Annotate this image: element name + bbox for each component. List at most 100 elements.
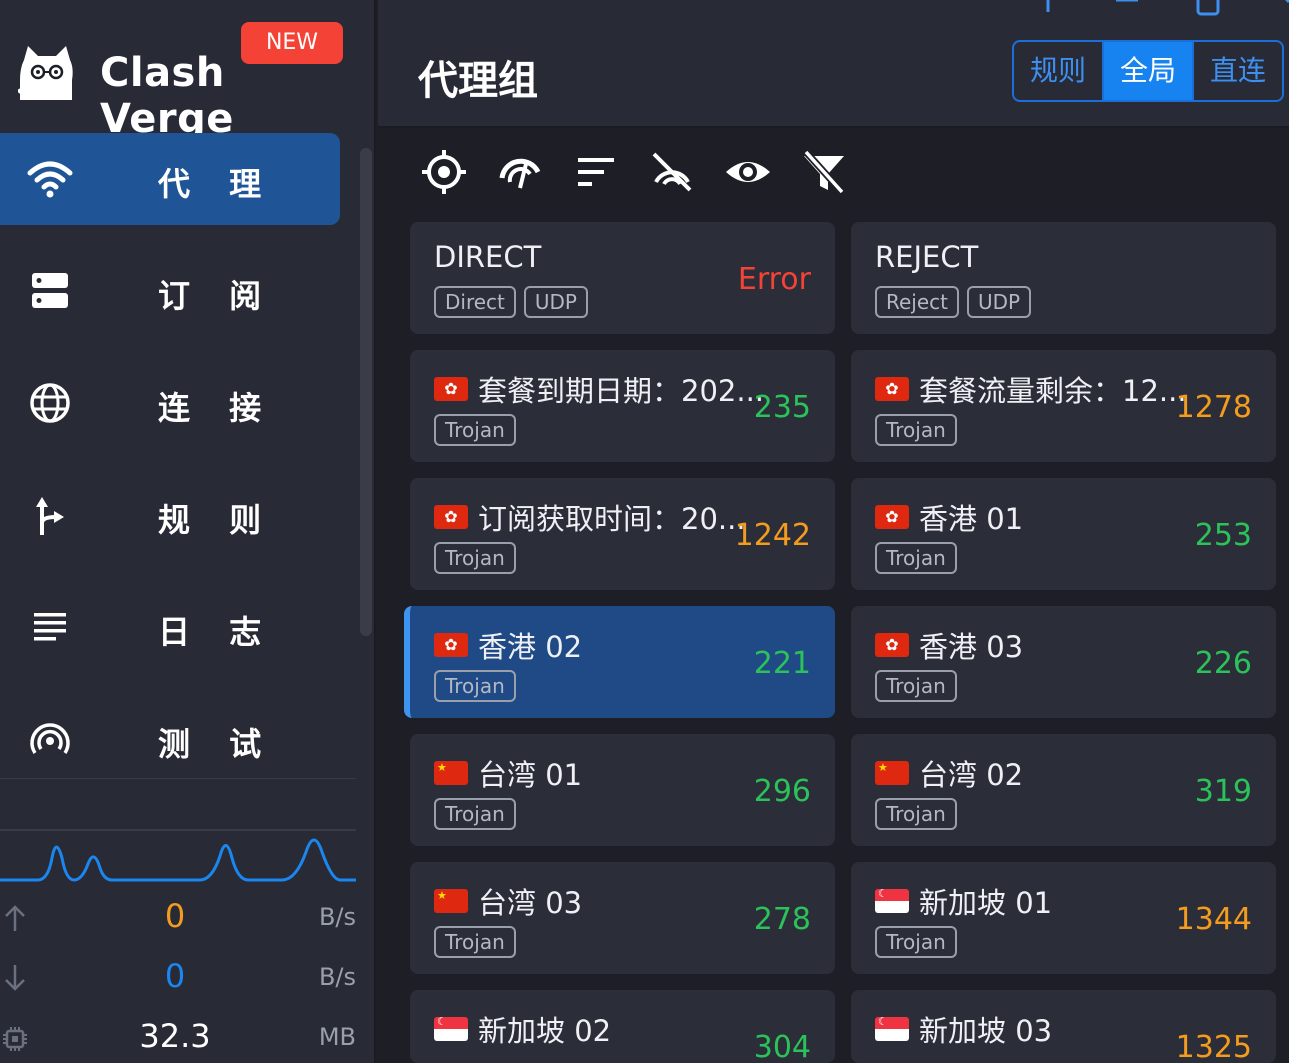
arrow-up-icon [5,905,25,931]
hk-flag-icon [875,377,909,401]
upload-stat: 0 B/s [0,893,356,943]
eye-icon[interactable] [724,148,772,196]
speed-test-icon[interactable] [496,148,544,196]
proxy-name: 台湾 02 [919,758,1024,792]
proxy-delay[interactable]: 304 [754,1030,811,1063]
mode-rule-button[interactable]: 规则 [1014,42,1104,100]
hk-flag-icon [875,633,909,657]
sidebar-item-connections[interactable]: 连 接 [0,357,340,449]
proxy-type-tag: Trojan [434,670,516,702]
close-icon[interactable] [1276,0,1289,4]
cn-flag-icon [434,889,468,913]
maximize-icon[interactable] [1196,0,1220,16]
proxy-card[interactable]: 香港 01 Trojan 253 [851,478,1276,590]
proxy-card[interactable]: 台湾 01 Trojan 296 [410,734,835,846]
proxy-delay[interactable]: 1278 [1176,390,1252,425]
proxy-card-reject[interactable]: REJECT Reject UDP [851,222,1276,334]
proxy-name: 新加坡 02 [478,1014,612,1048]
hk-flag-icon [434,377,468,401]
proxy-delay[interactable]: Error [738,262,811,297]
sg-flag-icon [875,1017,909,1041]
proxy-delay[interactable]: 253 [1195,518,1252,553]
proxy-card-direct[interactable]: DIRECT Direct UDP Error [410,222,835,334]
proxy-name: DIRECT [434,240,542,274]
proxy-delay[interactable]: 1344 [1176,902,1252,937]
sidebar-item-label: 日 志 [158,613,276,651]
sort-icon[interactable] [572,148,620,196]
download-speed: 0 [164,957,186,995]
sidebar-item-label: 订 阅 [158,277,276,315]
proxy-delay[interactable]: 278 [754,902,811,937]
proxy-delay[interactable]: 226 [1195,646,1252,681]
window-controls [1038,0,1289,16]
proxy-card[interactable]: 台湾 03 Trojan 278 [410,862,835,974]
mode-selector: 规则 全局 直连 [1012,40,1284,102]
sidebar-item-logs[interactable]: 日 志 [0,581,340,673]
proxy-type-tag: Reject [875,286,960,318]
app-logo: Clash Verge NEW [18,20,358,142]
memory-usage: 32.3 [139,1017,211,1055]
proxy-name: 香港 01 [919,502,1024,536]
hk-flag-icon [434,505,468,529]
proxy-delay[interactable]: 296 [754,774,811,809]
proxy-type-tag: Trojan [875,926,957,958]
sidebar-item-rules[interactable]: 规 则 [0,469,340,561]
proxy-card[interactable]: 套餐流量剩余：12... Trojan 1278 [851,350,1276,462]
pin-icon[interactable] [1038,0,1058,12]
proxy-card[interactable]: 套餐到期日期：202... Trojan 235 [410,350,835,462]
proxy-name: 套餐到期日期：202... [478,374,765,408]
proxy-tags: Direct UDP [434,286,588,318]
sidebar-scrollbar[interactable] [360,148,372,636]
proxy-name: 套餐流量剩余：12... [919,374,1187,408]
proxy-delay[interactable]: 319 [1195,774,1252,809]
traffic-graph [0,778,356,882]
new-badge[interactable]: NEW [241,22,343,64]
proxy-name: 香港 02 [478,630,583,664]
wifi-icon [27,161,73,198]
proxy-type-tag: Trojan [875,414,957,446]
page-title: 代理组 [418,58,538,104]
proxy-delay[interactable]: 1325 [1176,1030,1252,1063]
fork-arrow-icon [36,497,64,535]
cn-flag-icon [434,761,468,785]
locate-icon[interactable] [420,148,468,196]
sg-flag-icon [434,1017,468,1041]
download-stat: 0 B/s [0,953,356,1003]
proxy-delay[interactable]: 1242 [735,518,811,553]
proxy-card[interactable]: 订阅获取时间：20... Trojan 1242 [410,478,835,590]
server-icon [32,273,68,308]
sidebar-item-proxies[interactable]: 代 理 [0,133,340,225]
proxy-type-tag: Trojan [875,670,957,702]
clash-verge-window: { "app": { "brand": "Clash Verge", "new_… [0,0,1289,1063]
proxy-delay[interactable]: 221 [754,646,811,681]
filter-off-icon[interactable] [800,148,848,196]
proxy-card-selected[interactable]: 香港 02 Trojan 221 [404,606,835,718]
proxy-card[interactable]: 台湾 02 Trojan 319 [851,734,1276,846]
proxy-name: REJECT [875,240,979,274]
hk-flag-icon [434,633,468,657]
sidebar-item-label: 规 则 [158,501,276,539]
cn-flag-icon [875,761,909,785]
radar-icon [30,723,70,754]
sidebar-item-profiles[interactable]: 订 阅 [0,245,340,337]
proxy-card[interactable]: 新加坡 03 1325 [851,990,1276,1063]
disable-test-icon[interactable] [648,148,696,196]
memory-stat: 32.3 MB [0,1013,356,1063]
upload-unit: B/s [318,903,356,931]
mode-direct-button[interactable]: 直连 [1194,42,1282,100]
proxy-delay[interactable]: 235 [754,390,811,425]
sidebar: Clash Verge NEW 代 理 订 阅 连 接 规 则 日 志 测 试 … [0,0,376,1063]
proxy-name: 新加坡 01 [919,886,1053,920]
proxy-toolbar [420,148,860,198]
chip-icon [3,1027,27,1051]
proxy-name: 香港 03 [919,630,1024,664]
proxy-card[interactable]: 新加坡 02 304 [410,990,835,1063]
proxy-type-tag: Trojan [434,414,516,446]
proxy-type-tag: Trojan [434,926,516,958]
proxy-card[interactable]: 香港 03 Trojan 226 [851,606,1276,718]
proxy-card[interactable]: 新加坡 01 Trojan 1344 [851,862,1276,974]
mode-global-button[interactable]: 全局 [1104,42,1194,100]
sidebar-item-test[interactable]: 测 试 [0,693,340,785]
sidebar-nav: 代 理 订 阅 连 接 规 则 日 志 测 试 [0,133,340,805]
proxy-name: 台湾 01 [478,758,583,792]
